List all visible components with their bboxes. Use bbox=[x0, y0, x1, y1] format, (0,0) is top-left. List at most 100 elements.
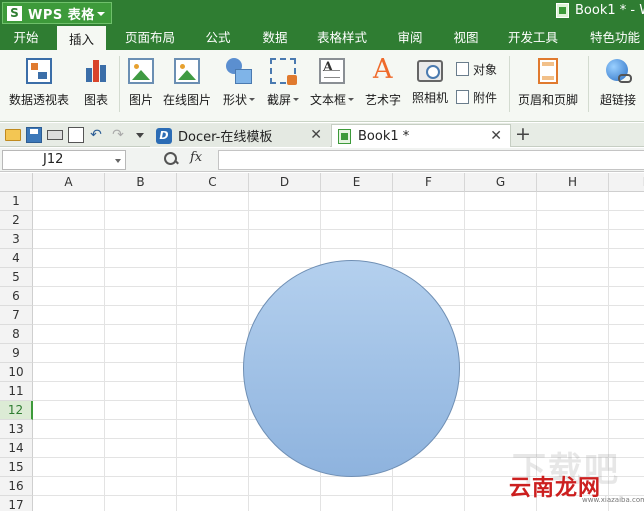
object-label: 对象 bbox=[473, 62, 498, 77]
row-header-1[interactable]: 1 bbox=[0, 192, 33, 211]
document-tab-bar: ↶ ↷ D Docer-在线模板 ✕ Book1 * ✕ + bbox=[0, 123, 644, 147]
row-header-8[interactable]: 8 bbox=[0, 325, 33, 344]
row-header-6[interactable]: 6 bbox=[0, 287, 33, 306]
tab-start[interactable]: 开始 bbox=[0, 26, 52, 50]
tab-table-styles[interactable]: 表格样式 bbox=[310, 26, 374, 50]
close-icon[interactable]: ✕ bbox=[310, 127, 322, 143]
row-header-13[interactable]: 13 bbox=[0, 420, 33, 439]
wordart-button[interactable]: 艺术字 bbox=[363, 50, 403, 116]
pivot-table-icon bbox=[26, 58, 52, 84]
insert-ribbon: 数据透视表 图表 图片 在线图片 形状 截屏 文本框 艺术字 照相机 对 bbox=[0, 50, 644, 122]
screenshot-label: 截屏 bbox=[266, 93, 291, 107]
tab-docer-label: Docer-在线模板 bbox=[178, 130, 273, 145]
row-header-16[interactable]: 16 bbox=[0, 477, 33, 496]
textbox-icon bbox=[319, 58, 345, 84]
save-icon[interactable] bbox=[26, 127, 42, 143]
online-picture-label: 在线图片 bbox=[162, 93, 211, 107]
row-gridline bbox=[33, 210, 644, 211]
chart-button[interactable]: 图表 bbox=[80, 50, 112, 116]
column-header-b[interactable]: B bbox=[105, 173, 177, 192]
zoom-search-icon[interactable] bbox=[163, 151, 179, 167]
chevron-down-icon bbox=[97, 12, 105, 16]
row-gridline bbox=[33, 229, 644, 230]
camera-button[interactable]: 照相机 bbox=[410, 50, 450, 116]
column-header-h[interactable]: H bbox=[537, 173, 609, 192]
tab-book1[interactable]: Book1 * ✕ bbox=[331, 124, 511, 147]
camera-icon bbox=[417, 60, 443, 82]
row-header-11[interactable]: 11 bbox=[0, 382, 33, 401]
window-title: Book1 * - W bbox=[556, 3, 644, 18]
header-footer-label: 页眉和页脚 bbox=[517, 93, 578, 107]
new-tab-plus-icon[interactable]: + bbox=[512, 124, 534, 146]
tab-review[interactable]: 审阅 bbox=[387, 26, 433, 50]
column-header-e[interactable]: E bbox=[321, 173, 393, 192]
sheet-icon bbox=[338, 128, 351, 144]
tab-special-features[interactable]: 特色功能 bbox=[583, 26, 644, 50]
print-preview-icon[interactable] bbox=[68, 127, 84, 143]
name-box-value: J12 bbox=[43, 152, 64, 167]
undo-icon[interactable]: ↶ bbox=[88, 127, 104, 143]
header-footer-button[interactable]: 页眉和页脚 bbox=[515, 50, 581, 116]
attachment-label: 附件 bbox=[473, 90, 498, 105]
circle-shape[interactable] bbox=[243, 260, 460, 477]
column-header-f[interactable]: F bbox=[393, 173, 465, 192]
row-header-12[interactable]: 12 bbox=[0, 401, 33, 420]
row-header-17[interactable]: 17 bbox=[0, 496, 33, 511]
open-folder-icon[interactable] bbox=[5, 129, 21, 141]
row-header-2[interactable]: 2 bbox=[0, 211, 33, 230]
tab-docer-templates[interactable]: D Docer-在线模板 ✕ bbox=[150, 124, 330, 147]
tab-page-layout[interactable]: 页面布局 bbox=[119, 26, 181, 50]
attachment-button[interactable]: 附件 bbox=[456, 87, 497, 107]
name-box[interactable]: J12 bbox=[2, 150, 126, 170]
docer-icon: D bbox=[156, 127, 172, 144]
chevron-down-icon[interactable] bbox=[115, 159, 121, 163]
row-header-4[interactable]: 4 bbox=[0, 249, 33, 268]
ribbon-divider bbox=[588, 56, 589, 112]
shape-button[interactable]: 形状 bbox=[219, 50, 259, 116]
tab-developer[interactable]: 开发工具 bbox=[501, 26, 565, 50]
wps-app-menu-button[interactable]: S WPS 表格 bbox=[2, 2, 112, 24]
header-footer-icon bbox=[538, 58, 558, 84]
pivot-table-button[interactable]: 数据透视表 bbox=[6, 50, 72, 116]
picture-button[interactable]: 图片 bbox=[126, 50, 156, 116]
app-name: WPS 表格 bbox=[28, 7, 95, 23]
print-icon[interactable] bbox=[47, 130, 63, 140]
row-header-7[interactable]: 7 bbox=[0, 306, 33, 325]
textbox-label: 文本框 bbox=[309, 93, 346, 107]
customize-toolbar-chevron-icon[interactable] bbox=[136, 133, 144, 138]
column-header-c[interactable]: C bbox=[177, 173, 249, 192]
column-gridline bbox=[464, 192, 465, 511]
shape-icon bbox=[226, 58, 252, 84]
select-all-corner[interactable] bbox=[0, 173, 33, 192]
row-header-15[interactable]: 15 bbox=[0, 458, 33, 477]
column-header-g[interactable]: G bbox=[465, 173, 537, 192]
chevron-down-icon bbox=[249, 98, 255, 101]
screenshot-button[interactable]: 截屏 bbox=[263, 50, 303, 116]
tab-insert[interactable]: 插入 bbox=[57, 26, 106, 50]
chevron-down-icon bbox=[293, 98, 299, 101]
row-header-5[interactable]: 5 bbox=[0, 268, 33, 287]
formula-input[interactable] bbox=[218, 150, 644, 170]
online-picture-button[interactable]: 在线图片 bbox=[161, 50, 213, 116]
textbox-button[interactable]: 文本框 bbox=[308, 50, 356, 116]
column-header-i[interactable]: I bbox=[609, 173, 644, 192]
tab-formulas[interactable]: 公式 bbox=[195, 26, 241, 50]
row-header-10[interactable]: 10 bbox=[0, 363, 33, 382]
hyperlink-button[interactable]: 超链接 bbox=[596, 50, 640, 116]
tab-data[interactable]: 数据 bbox=[252, 26, 298, 50]
close-icon[interactable]: ✕ bbox=[490, 128, 502, 144]
insert-function-fx-icon[interactable]: fx bbox=[190, 150, 202, 165]
tab-view[interactable]: 视图 bbox=[443, 26, 489, 50]
column-header-d[interactable]: D bbox=[249, 173, 321, 192]
row-header-14[interactable]: 14 bbox=[0, 439, 33, 458]
redo-icon[interactable]: ↷ bbox=[110, 127, 126, 143]
column-gridline bbox=[104, 192, 105, 511]
row-header-3[interactable]: 3 bbox=[0, 230, 33, 249]
formula-bar: J12 fx bbox=[0, 148, 644, 172]
ribbon-divider bbox=[119, 56, 120, 112]
row-header-9[interactable]: 9 bbox=[0, 344, 33, 363]
column-header-a[interactable]: A bbox=[33, 173, 105, 192]
column-gridline bbox=[176, 192, 177, 511]
object-button[interactable]: 对象 bbox=[456, 59, 497, 79]
wordart-label: 艺术字 bbox=[364, 93, 401, 107]
